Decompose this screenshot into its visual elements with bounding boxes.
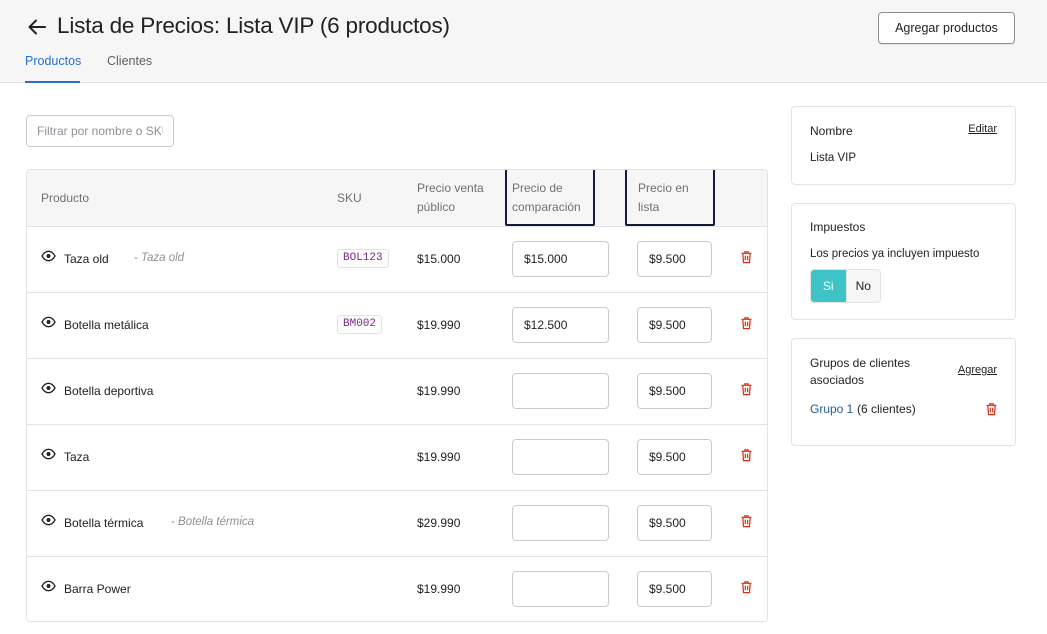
list-price-input[interactable] <box>637 505 712 541</box>
name-card: Nombre Editar Lista VIP <box>791 106 1016 185</box>
add-products-button[interactable]: Agregar productos <box>878 12 1015 44</box>
eye-icon[interactable] <box>41 316 56 328</box>
product-name: Botella térmica <box>64 516 144 530</box>
column-header-product: Producto <box>41 191 90 205</box>
product-name: Botella metálica <box>64 318 149 332</box>
public-price: $19.990 <box>417 384 461 398</box>
list-price-input[interactable] <box>637 307 712 343</box>
name-card-title: Nombre <box>810 124 853 138</box>
page-header: Lista de Precios: Lista VIP (6 productos… <box>0 0 1047 83</box>
page-title: Lista de Precios: Lista VIP (6 productos… <box>57 13 450 38</box>
public-price: $15.000 <box>417 252 461 266</box>
eye-icon[interactable] <box>41 514 56 526</box>
tax-no-button[interactable]: No <box>845 270 880 302</box>
trash-icon[interactable] <box>740 448 753 462</box>
compare-price-input[interactable] <box>512 439 609 475</box>
group-client-count: (6 clientes) <box>857 402 916 416</box>
list-price-highlight <box>625 170 715 226</box>
tax-card: Impuestos Los precios ya incluyen impues… <box>791 203 1016 320</box>
list-price-input[interactable] <box>637 571 712 607</box>
trash-icon[interactable] <box>740 382 753 396</box>
compare-price-highlight <box>505 170 595 226</box>
table-header: Producto SKU Precio venta público Precio… <box>27 170 767 227</box>
customer-groups-card: Grupos de clientes asociados Agregar Gru… <box>791 338 1016 446</box>
arrow-left-icon[interactable] <box>26 16 48 38</box>
compare-price-input[interactable] <box>512 307 609 343</box>
trash-icon[interactable] <box>985 402 998 416</box>
table-row: Taza $19.990 <box>27 425 767 491</box>
compare-price-input[interactable] <box>512 571 609 607</box>
public-price: $19.990 <box>417 582 461 596</box>
active-tab-indicator <box>25 81 80 83</box>
products-table: Producto SKU Precio venta público Precio… <box>26 169 768 622</box>
tab-clients[interactable]: Clientes <box>107 54 152 68</box>
sku-badge: BM002 <box>337 315 383 334</box>
add-group-link[interactable]: Agregar <box>958 364 997 376</box>
group-link[interactable]: Grupo 1 <box>810 402 853 416</box>
tax-included-label: Los precios ya incluyen impuesto <box>810 248 980 260</box>
eye-icon[interactable] <box>41 448 56 460</box>
compare-price-input[interactable] <box>512 241 609 277</box>
sku-badge: BOL123 <box>337 249 389 268</box>
product-name: Taza <box>64 450 90 464</box>
public-price: $29.990 <box>417 516 461 530</box>
column-header-sku: SKU <box>337 191 362 205</box>
product-variant: - Botella térmica <box>171 516 255 528</box>
tax-card-title: Impuestos <box>810 220 866 234</box>
trash-icon[interactable] <box>740 580 753 594</box>
table-row: Barra Power $19.990 <box>27 557 767 621</box>
filter-input[interactable] <box>26 115 174 147</box>
table-row: Botella deportiva $19.990 <box>27 359 767 425</box>
tax-yes-button[interactable]: Si <box>811 270 846 302</box>
table-row: Taza old - Taza old BOL123 $15.000 <box>27 227 767 293</box>
compare-price-input[interactable] <box>512 505 609 541</box>
tab-products[interactable]: Productos <box>25 54 81 68</box>
list-price-input[interactable] <box>637 439 712 475</box>
public-price: $19.990 <box>417 318 461 332</box>
public-price: $19.990 <box>417 450 461 464</box>
table-row: Botella metálica BM002 $19.990 <box>27 293 767 359</box>
list-price-input[interactable] <box>637 241 712 277</box>
product-variant: - Taza old <box>134 252 185 264</box>
column-header-public-price: Precio venta público <box>417 181 484 214</box>
product-name: Botella deportiva <box>64 384 154 398</box>
list-price-input[interactable] <box>637 373 712 409</box>
price-list-name: Lista VIP <box>810 152 857 164</box>
eye-icon[interactable] <box>41 580 56 592</box>
eye-icon[interactable] <box>41 250 56 262</box>
tax-included-toggle: Si No <box>810 269 881 303</box>
compare-price-input[interactable] <box>512 373 609 409</box>
product-name: Taza old <box>64 252 109 266</box>
trash-icon[interactable] <box>740 514 753 528</box>
trash-icon[interactable] <box>740 316 753 330</box>
groups-card-title: Grupos de clientes asociados <box>810 356 911 387</box>
table-row: Botella térmica - Botella térmica $29.99… <box>27 491 767 557</box>
product-name: Barra Power <box>64 582 131 596</box>
edit-name-link[interactable]: Editar <box>968 123 997 135</box>
trash-icon[interactable] <box>740 250 753 264</box>
eye-icon[interactable] <box>41 382 56 394</box>
